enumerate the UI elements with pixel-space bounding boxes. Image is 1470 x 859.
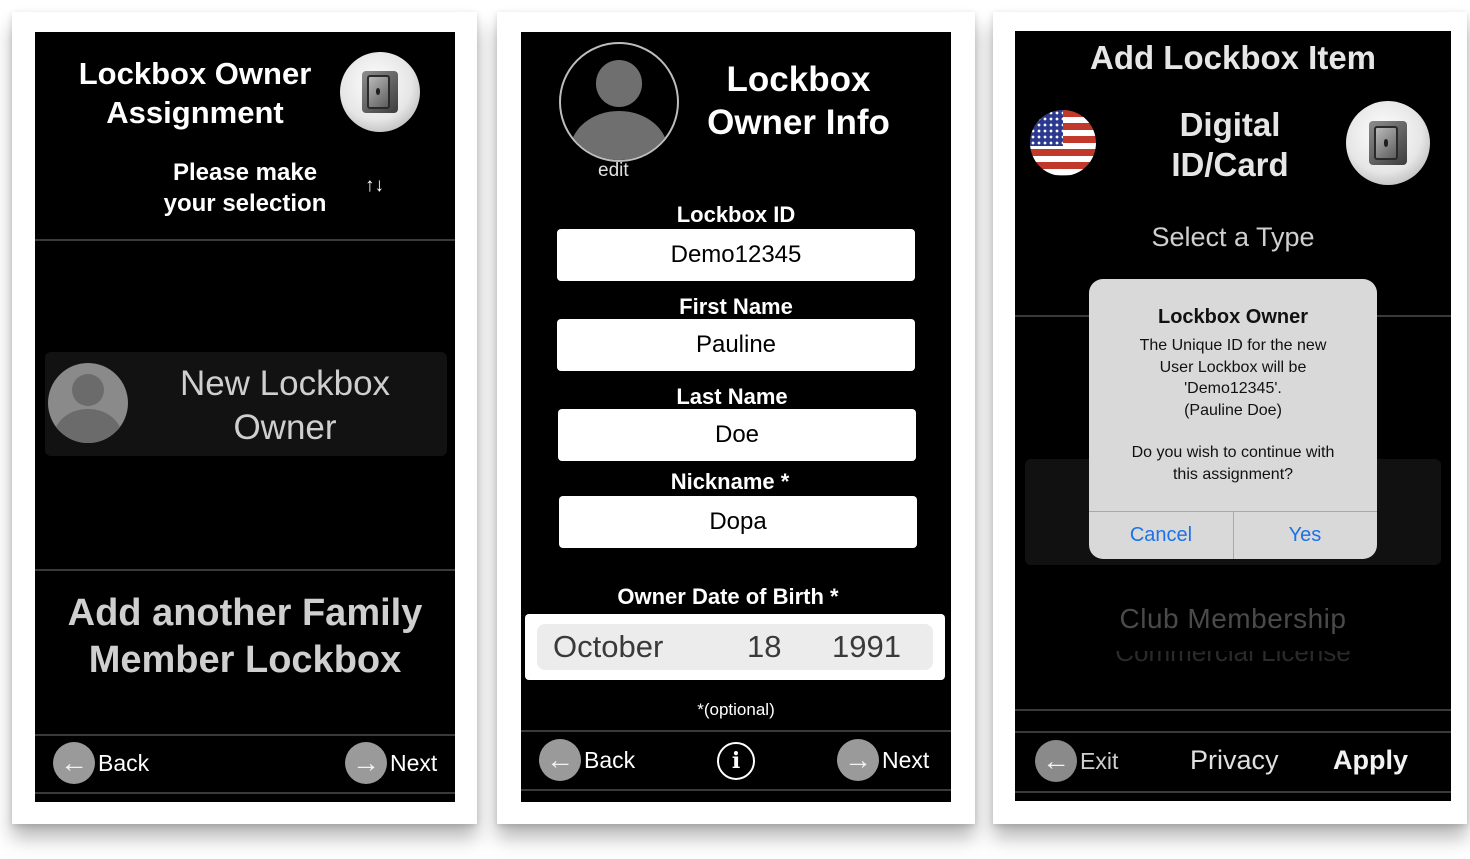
cancel-button[interactable]: Cancel xyxy=(1089,524,1233,547)
page-title: Lockbox Owner Info xyxy=(686,58,911,144)
first-name-label: First Name xyxy=(679,294,793,319)
dialog-message: The Unique ID for the new User Lockbox w… xyxy=(1089,335,1377,421)
divider xyxy=(35,734,455,736)
privacy-link[interactable]: Privacy xyxy=(1190,745,1279,776)
arrow-right-icon: → xyxy=(837,739,879,781)
dob-month[interactable]: October xyxy=(553,629,663,665)
dialog-message-line2: User Lockbox will be xyxy=(1159,358,1307,376)
dob-day[interactable]: 18 xyxy=(747,629,781,665)
divider xyxy=(35,792,455,794)
next-label: Next xyxy=(882,746,930,773)
confirm-dialog: Lockbox Owner The Unique ID for the new … xyxy=(1089,279,1377,559)
select-type-label: Select a Type xyxy=(1151,222,1315,252)
picker-item-commercial-license[interactable]: Commercial License xyxy=(1015,651,1451,664)
lockbox-id-field[interactable]: Demo12345 xyxy=(557,229,915,281)
dialog-title: Lockbox Owner xyxy=(1157,306,1309,328)
optional-note: *(optional) xyxy=(697,700,775,719)
last-name-field[interactable]: Doe xyxy=(558,409,916,461)
dialog-question-line1: Do you wish to continue with xyxy=(1131,444,1335,461)
last-name-label: Last Name xyxy=(676,384,788,409)
picker-item-club-membership[interactable]: Club Membership xyxy=(1015,603,1451,635)
page-title-line1: Lockbox xyxy=(726,60,871,99)
dialog-message-line1: The Unique ID for the new xyxy=(1139,337,1327,354)
category-title-line2: ID/Card xyxy=(1171,146,1289,183)
next-button[interactable]: → Next xyxy=(345,742,437,784)
category-title-line1: Digital xyxy=(1179,106,1281,143)
dialog-message-line3: 'Demo12345'. xyxy=(1184,380,1282,397)
nickname-label: Nickname * xyxy=(670,469,790,494)
screen-card-owner-info: edit Lockbox Owner Info Lockbox ID Demo1… xyxy=(497,12,975,824)
edit-photo-link[interactable]: edit xyxy=(598,160,629,182)
dob-label: Owner Date of Birth * xyxy=(617,584,839,609)
next-label: Next xyxy=(390,749,438,776)
dob-picker[interactable]: October 18 1991 xyxy=(525,614,945,680)
exit-button[interactable]: ← Exit xyxy=(1035,740,1118,782)
back-label: Back xyxy=(98,749,150,776)
sort-icon[interactable]: ↑↓ xyxy=(365,175,384,197)
next-button[interactable]: → Next xyxy=(837,739,929,781)
divider xyxy=(521,730,951,732)
back-button[interactable]: ← Back xyxy=(53,742,149,784)
add-family-member-button[interactable]: Add another Family Member Lockbox xyxy=(35,590,455,684)
info-icon[interactable]: i xyxy=(717,742,755,780)
arrow-left-icon: ← xyxy=(539,739,581,781)
list-item-new-owner[interactable]: New Lockbox Owner xyxy=(45,352,447,456)
list-item-label-line2: Owner xyxy=(233,408,337,447)
arrow-right-icon: → xyxy=(345,742,387,784)
dialog-message-line4: (Pauline Doe) xyxy=(1184,401,1282,419)
last-name-value: Doe xyxy=(714,421,760,448)
info-glyph: i xyxy=(731,748,741,774)
list-item-label: New Lockbox Owner xyxy=(150,362,420,450)
selection-prompt: Please make your selection xyxy=(135,157,355,219)
dialog-question-line2: this assignment? xyxy=(1172,465,1294,483)
divider xyxy=(521,789,951,791)
arrow-left-icon: ← xyxy=(53,742,95,784)
dialog-question: Do you wish to continue with this assign… xyxy=(1089,442,1377,485)
back-button[interactable]: ← Back xyxy=(539,739,635,781)
us-flag-icon[interactable] xyxy=(1030,110,1096,176)
divider xyxy=(35,239,455,241)
first-name-field[interactable]: Pauline xyxy=(557,319,915,371)
nickname-field[interactable]: Dopa xyxy=(559,496,917,548)
nickname-value: Dopa xyxy=(709,508,767,535)
lockbox-id-label: Lockbox ID xyxy=(676,202,796,227)
category-title: Digital ID/Card xyxy=(1125,105,1335,185)
page-header: Add Lockbox Item xyxy=(1089,39,1377,76)
lockbox-id-value: Demo12345 xyxy=(670,241,802,268)
divider xyxy=(35,569,455,571)
add-family-member-line1: Add another Family xyxy=(67,592,423,634)
picker-item-clip: Commercial License xyxy=(1015,651,1451,664)
phone-screen: Lockbox Owner Assignment Please make you… xyxy=(35,32,455,802)
screen-card-add-item: Add Lockbox Item Digital ID/Card Select … xyxy=(993,12,1467,824)
screen-card-owner-assignment: Lockbox Owner Assignment Please make you… xyxy=(12,12,477,824)
selection-prompt-line1: Please make xyxy=(172,159,318,186)
list-item-label-line1: New Lockbox xyxy=(179,364,391,403)
selection-prompt-line2: your selection xyxy=(163,190,327,217)
divider xyxy=(1015,731,1451,733)
safe-icon xyxy=(340,52,420,132)
phone-screen: edit Lockbox Owner Info Lockbox ID Demo1… xyxy=(521,32,951,802)
safe-icon xyxy=(1346,101,1430,185)
page-title-line1: Lockbox Owner xyxy=(78,56,312,91)
first-name-value: Pauline xyxy=(695,331,777,358)
exit-label: Exit xyxy=(1080,747,1119,774)
page-title-line2: Assignment xyxy=(106,95,284,130)
divider xyxy=(1015,709,1451,711)
add-family-member-line2: Member Lockbox xyxy=(88,639,402,681)
divider xyxy=(1015,791,1451,793)
dob-year[interactable]: 1991 xyxy=(832,629,901,665)
avatar-icon xyxy=(48,363,128,443)
phone-screen: Add Lockbox Item Digital ID/Card Select … xyxy=(1015,31,1451,801)
owner-avatar[interactable] xyxy=(559,42,679,162)
page-title: Lockbox Owner Assignment xyxy=(55,54,335,132)
page-title-line2: Owner Info xyxy=(707,103,890,142)
apply-button[interactable]: Apply xyxy=(1333,745,1408,776)
yes-button[interactable]: Yes xyxy=(1233,524,1377,547)
back-label: Back xyxy=(584,746,636,773)
arrow-left-icon: ← xyxy=(1035,740,1077,782)
